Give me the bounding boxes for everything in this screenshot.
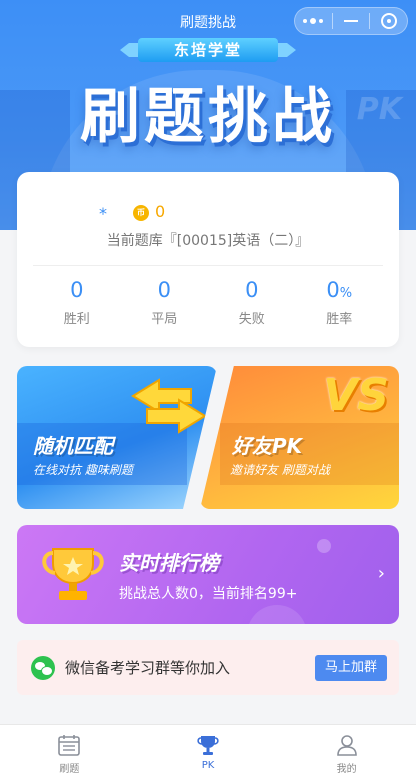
ranking-subtitle: 挑战总人数0，当前排名99+ <box>119 586 298 602</box>
trophy-icon <box>195 732 221 758</box>
minimize-button[interactable] <box>333 8 370 34</box>
wechat-group-banner: 微信备考学习群等你加入 马上加群 <box>17 640 399 695</box>
stat-value: 0% <box>326 278 353 302</box>
tab-label: PK <box>201 760 215 771</box>
stat-draws: 0 平局 <box>121 278 209 327</box>
tab-label: 刷题 <box>59 764 80 775</box>
stat-value: 0 <box>70 278 84 302</box>
close-circle-icon <box>380 13 397 29</box>
more-button[interactable] <box>295 8 332 34</box>
chevron-right-icon: › <box>377 563 385 584</box>
tab-label: 我的 <box>336 764 357 775</box>
close-button[interactable] <box>370 8 407 34</box>
hero-title: 刷题挑战 <box>80 82 336 152</box>
mini-program-capsule <box>294 7 408 35</box>
stat-wins: 0 胜利 <box>33 278 121 327</box>
user-name: * <box>99 204 107 223</box>
ranking-bubble-decoration <box>247 605 307 624</box>
friend-pk-subtitle: 邀请好友 刷题对战 <box>230 463 330 477</box>
swap-arrows-icon <box>131 378 207 434</box>
wechat-group-text: 微信备考学习群等你加入 <box>65 659 231 677</box>
stat-value: 0 <box>245 278 259 302</box>
tab-practice[interactable]: 刷题 <box>0 725 139 779</box>
stat-label: 平局 <box>151 312 178 327</box>
join-group-button[interactable]: 马上加群 <box>315 654 387 681</box>
ranking-title: 实时排行榜 <box>119 551 219 575</box>
user-icon <box>334 732 360 758</box>
coin-icon: 币 <box>133 205 149 221</box>
wechat-icon <box>31 655 55 680</box>
ranking-card[interactable]: 实时排行榜 挑战总人数0，当前排名99+ › <box>17 525 399 624</box>
friend-pk-title: 好友PK <box>232 434 303 458</box>
stats-divider <box>33 265 383 266</box>
vs-icon: VS <box>323 370 389 421</box>
brand-ribbon: 东培学堂 <box>120 38 296 62</box>
tab-pk[interactable]: PK <box>139 725 278 779</box>
random-match-title: 随机匹配 <box>33 434 113 458</box>
stats-row: 0 胜利 0 平局 0 失败 0% 胜率 <box>33 278 383 327</box>
stat-value: 0 <box>157 278 171 302</box>
stat-label: 胜率 <box>326 312 353 327</box>
ranking-bubble-decoration <box>317 539 331 553</box>
random-match-card[interactable]: 随机匹配 在线对抗 趣味刷题 <box>17 366 217 509</box>
stats-card: * 币 0 当前题库『[00015]英语（二）』 0 胜利 0 平局 0 失败 … <box>17 172 399 347</box>
stat-losses: 0 失败 <box>208 278 296 327</box>
brand-ribbon-text: 东培学堂 <box>138 38 278 62</box>
stat-label: 失败 <box>238 312 265 327</box>
trophy-icon <box>42 548 104 600</box>
friend-pk-card[interactable]: VS 好友PK 邀请好友 刷题对战 <box>200 366 399 509</box>
coin-count: 0 <box>155 202 166 221</box>
random-match-subtitle: 在线对抗 趣味刷题 <box>33 463 133 477</box>
stat-win-rate: 0% 胜率 <box>296 278 384 327</box>
stat-label: 胜利 <box>63 312 90 327</box>
more-dots-icon <box>303 18 324 24</box>
tab-me[interactable]: 我的 <box>277 725 416 779</box>
minimize-icon <box>344 20 358 22</box>
calendar-icon <box>56 732 82 758</box>
question-bank-label: 当前题库『[00015]英语（二）』 <box>106 233 310 249</box>
bottom-tab-bar: 刷题 PK 我的 <box>0 724 416 779</box>
